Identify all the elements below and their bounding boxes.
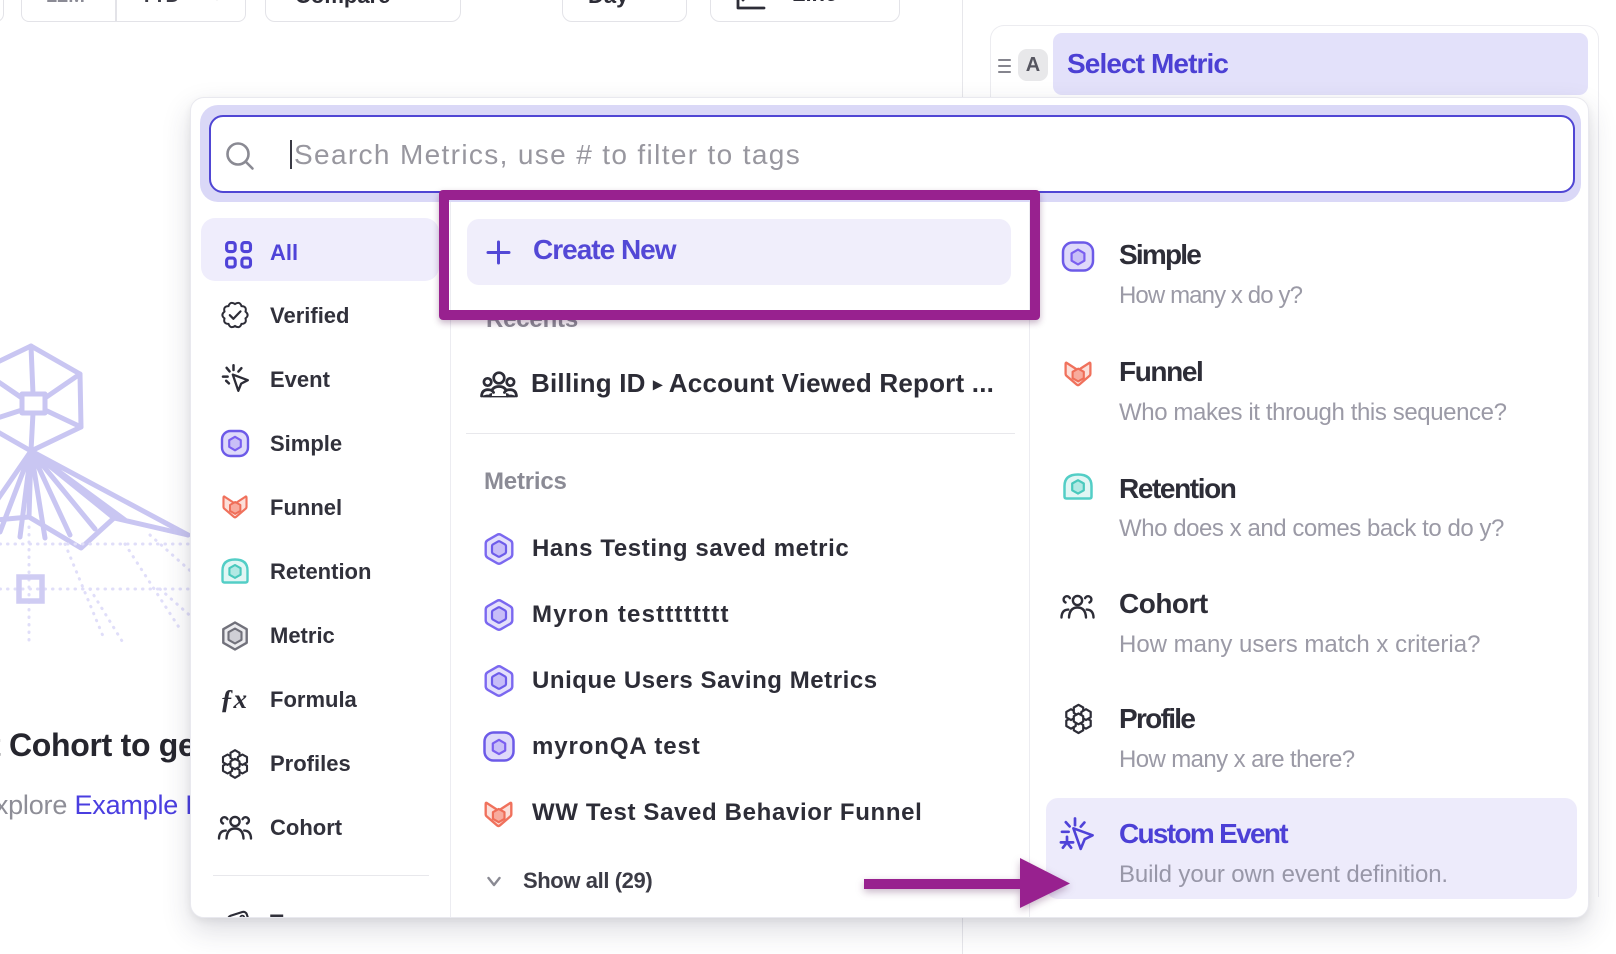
svg-text:ƒx: ƒx — [220, 684, 247, 714]
